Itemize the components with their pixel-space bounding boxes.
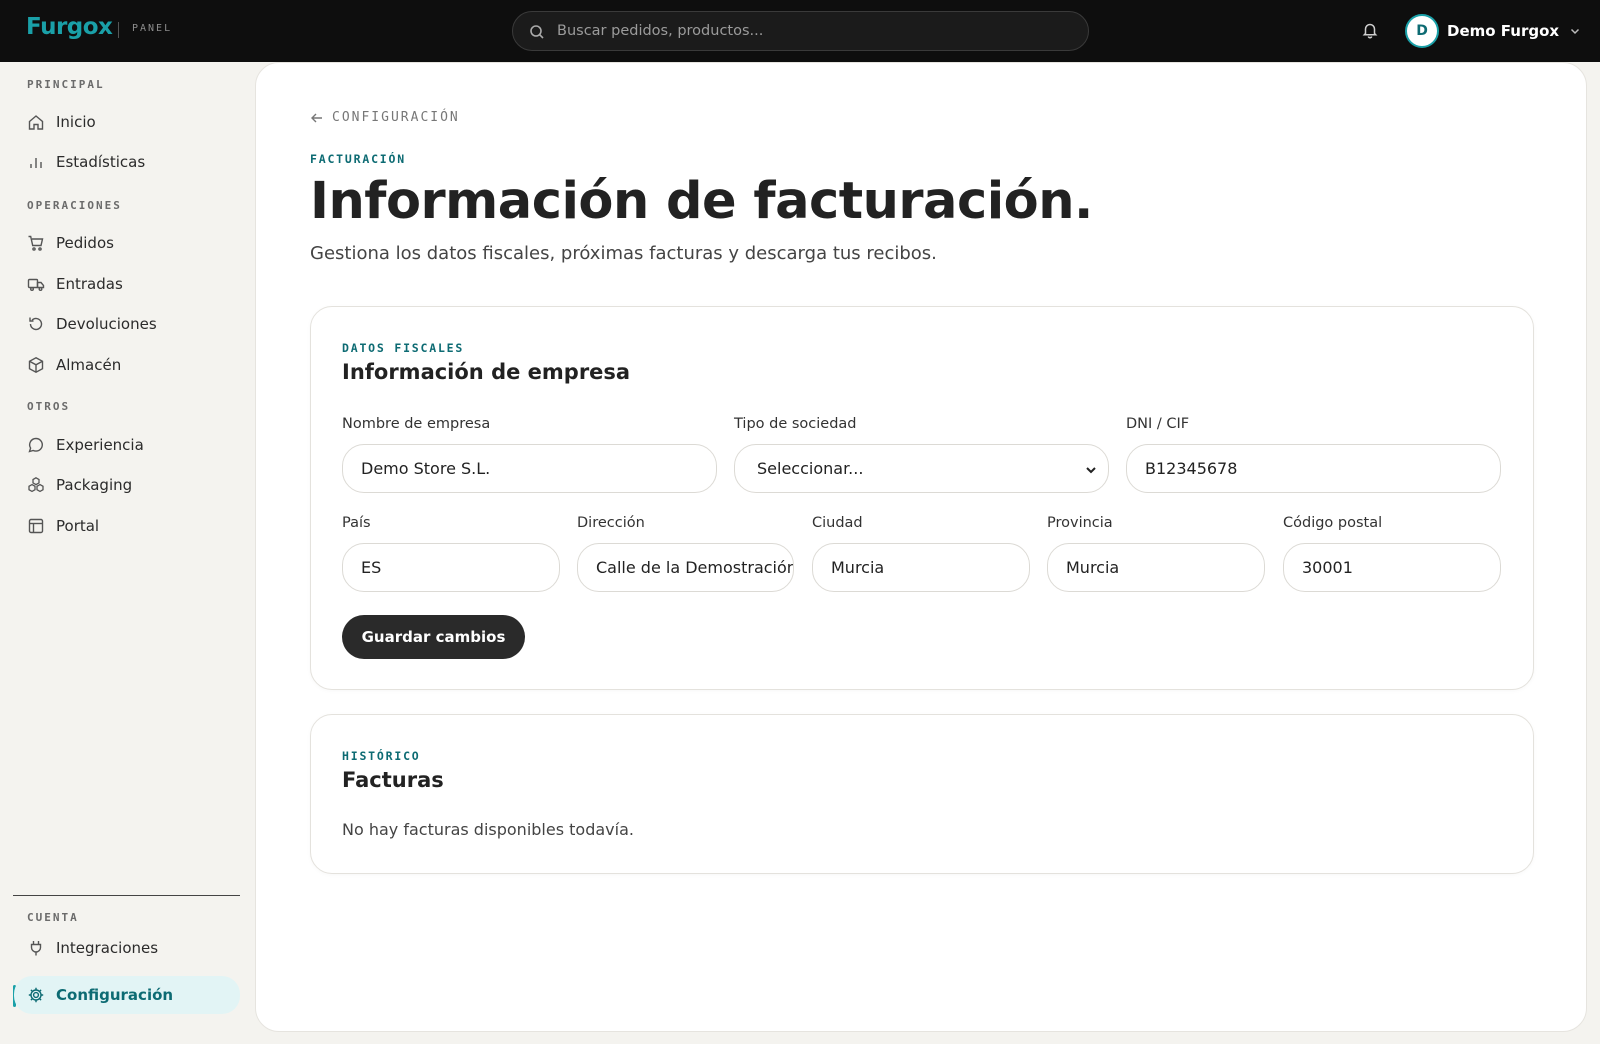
sidebar-item-configuracion[interactable]: Configuración — [14, 976, 240, 1014]
address-label: Dirección — [577, 515, 645, 531]
postal-code-label: Código postal — [1283, 515, 1383, 531]
notifications-bell-icon[interactable] — [1361, 21, 1379, 39]
city-label: Ciudad — [812, 515, 863, 531]
sidebar-item-label: Packaging — [56, 476, 133, 494]
sidebar-item-entradas[interactable]: Entradas — [14, 265, 240, 303]
avatar: D — [1405, 14, 1439, 48]
sidebar-item-label: Estadísticas — [56, 153, 146, 171]
province-field[interactable]: Murcia — [1047, 543, 1265, 592]
chevron-down-icon — [1571, 28, 1580, 35]
main-panel: CONFIGURACIÓN FACTURACIÓN Información de… — [255, 62, 1587, 1032]
country-field[interactable]: ES — [342, 543, 560, 592]
address-field[interactable]: Calle de la Demostración — [577, 543, 794, 592]
brand-logo[interactable]: Furgox — [26, 14, 113, 40]
card-title: Facturas — [342, 768, 444, 792]
province-label: Provincia — [1047, 515, 1113, 531]
back-link-label: CONFIGURACIÓN — [332, 110, 460, 125]
company-name-field[interactable]: Demo Store S.L. — [342, 444, 717, 493]
sidebar-item-label: Integraciones — [56, 939, 159, 957]
user-menu[interactable]: D Demo Furgox — [1405, 13, 1581, 49]
section-label-otros: OTROS — [27, 400, 71, 413]
return-arrow-icon — [29, 317, 43, 331]
section-label-operaciones: OPERACIONES — [27, 199, 122, 212]
logo-divider — [118, 22, 119, 38]
sidebar-item-integraciones[interactable]: Integraciones — [14, 929, 240, 967]
sidebar-item-label: Devoluciones — [56, 315, 157, 333]
country-label: País — [342, 515, 371, 531]
card-eyebrow: HISTÓRICO — [342, 749, 421, 763]
chevron-down-icon — [1086, 467, 1096, 474]
search-icon — [530, 25, 544, 39]
company-type-value: Seleccionar... — [757, 459, 864, 478]
sidebar-item-label: Configuración — [56, 986, 174, 1004]
page-title: Información de facturación. — [310, 172, 1093, 231]
truck-icon — [27, 278, 45, 291]
boxes-icon — [28, 477, 44, 493]
plug-icon — [30, 941, 42, 956]
sidebar-divider — [13, 895, 240, 896]
company-info-card: DATOS FISCALES Información de empresa No… — [310, 306, 1534, 690]
sidebar-item-packaging[interactable]: Packaging — [14, 466, 240, 504]
sidebar: PRINCIPAL Inicio Estadísticas OPERACIONE… — [0, 62, 254, 1044]
sidebar-item-label: Portal — [56, 517, 100, 535]
home-icon — [28, 115, 44, 130]
city-field[interactable]: Murcia — [812, 543, 1030, 592]
sidebar-item-label: Experiencia — [56, 436, 144, 454]
chat-bubble-icon — [28, 437, 43, 453]
arrow-left-icon — [311, 113, 322, 122]
sidebar-item-portal[interactable]: Portal — [14, 507, 240, 545]
section-label-principal: PRINCIPAL — [27, 78, 105, 91]
page-subtitle: Gestiona los datos fiscales, próximas fa… — [310, 243, 937, 264]
company-name-label: Nombre de empresa — [342, 416, 491, 432]
bar-chart-icon — [30, 158, 42, 168]
user-name: Demo Furgox — [1447, 22, 1560, 40]
page-eyebrow: FACTURACIÓN — [310, 152, 406, 166]
sidebar-item-label: Pedidos — [56, 234, 114, 252]
save-button[interactable]: Guardar cambios — [342, 615, 525, 659]
empty-state-text: No hay facturas disponibles todavía. — [342, 820, 634, 839]
box-icon — [28, 357, 44, 373]
postal-code-field[interactable]: 30001 — [1283, 543, 1501, 592]
layout-icon — [28, 518, 44, 534]
sidebar-item-devoluciones[interactable]: Devoluciones — [14, 305, 240, 343]
sidebar-item-estadisticas[interactable]: Estadísticas — [14, 143, 240, 181]
search-bar[interactable] — [512, 11, 1089, 51]
card-eyebrow: DATOS FISCALES — [342, 341, 465, 355]
panel-tag: PANEL — [132, 23, 173, 34]
invoices-card: HISTÓRICO Facturas No hay facturas dispo… — [310, 714, 1534, 874]
sidebar-item-label: Almacén — [56, 356, 122, 374]
company-type-select[interactable]: Seleccionar... — [734, 444, 1109, 493]
shopping-cart-icon — [28, 235, 44, 251]
sidebar-item-almacen[interactable]: Almacén — [14, 346, 240, 384]
tax-id-field[interactable]: B12345678 — [1126, 444, 1501, 493]
gear-icon — [28, 987, 44, 1003]
sidebar-item-experiencia[interactable]: Experiencia — [14, 426, 240, 464]
card-title: Información de empresa — [342, 360, 631, 384]
sidebar-item-label: Entradas — [56, 275, 123, 293]
tax-id-label: DNI / CIF — [1126, 416, 1190, 432]
search-input[interactable] — [557, 12, 1077, 50]
section-label-cuenta: CUENTA — [27, 911, 79, 924]
sidebar-item-pedidos[interactable]: Pedidos — [14, 224, 240, 262]
sidebar-item-label: Inicio — [56, 113, 96, 131]
sidebar-item-inicio[interactable]: Inicio — [14, 103, 240, 141]
top-bar: Furgox PANEL D Demo Furgox — [0, 0, 1600, 62]
back-link[interactable]: CONFIGURACIÓN — [310, 110, 460, 125]
company-type-label: Tipo de sociedad — [734, 416, 857, 432]
